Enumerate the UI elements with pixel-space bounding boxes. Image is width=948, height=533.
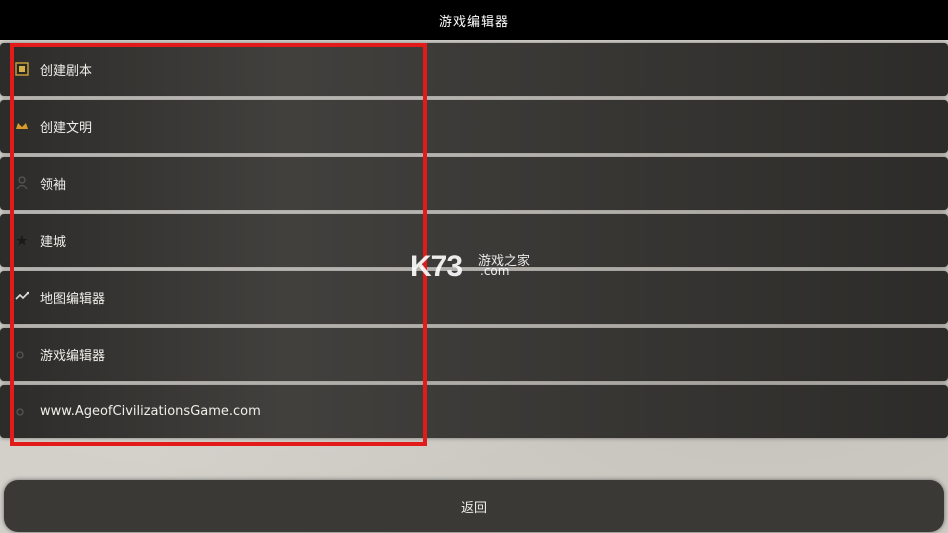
scenario-icon [14, 62, 30, 78]
page-title: 游戏编辑器 [438, 14, 509, 30]
menu-item-create-civilization[interactable]: 创建文明 [0, 100, 948, 153]
leader-icon [14, 176, 30, 192]
watermark-sub: .com [480, 264, 510, 278]
menu-item-website[interactable]: www.AgeofCivilizationsGame.com [0, 385, 948, 438]
star-icon [14, 233, 30, 249]
menu-item-label: 领袖 [40, 178, 67, 193]
crown-icon [14, 119, 30, 135]
back-button-label: 返回 [460, 500, 487, 516]
menu-item-label: 创建文明 [40, 121, 93, 136]
menu-item-leaders[interactable]: 领袖 [0, 157, 948, 210]
circle-icon [14, 404, 30, 420]
menu-item-label: www.AgeofCivilizationsGame.com [40, 404, 261, 419]
menu-item-label: 地图编辑器 [40, 292, 106, 307]
map-icon [14, 290, 30, 306]
menu-item-create-scenario[interactable]: 创建剧本 [0, 43, 948, 96]
watermark-logo: K73 游戏之家 .com [410, 250, 550, 290]
menu-item-label: 建城 [40, 235, 67, 250]
menu-item-label: 创建剧本 [40, 64, 93, 79]
menu-item-game-editor[interactable]: 游戏编辑器 [0, 328, 948, 381]
back-button[interactable]: 返回 [4, 480, 944, 532]
menu-item-label: 游戏编辑器 [40, 349, 106, 364]
watermark-main: K73 [410, 250, 463, 283]
title-bar: 游戏编辑器 [0, 0, 948, 40]
circle-icon [14, 347, 30, 363]
